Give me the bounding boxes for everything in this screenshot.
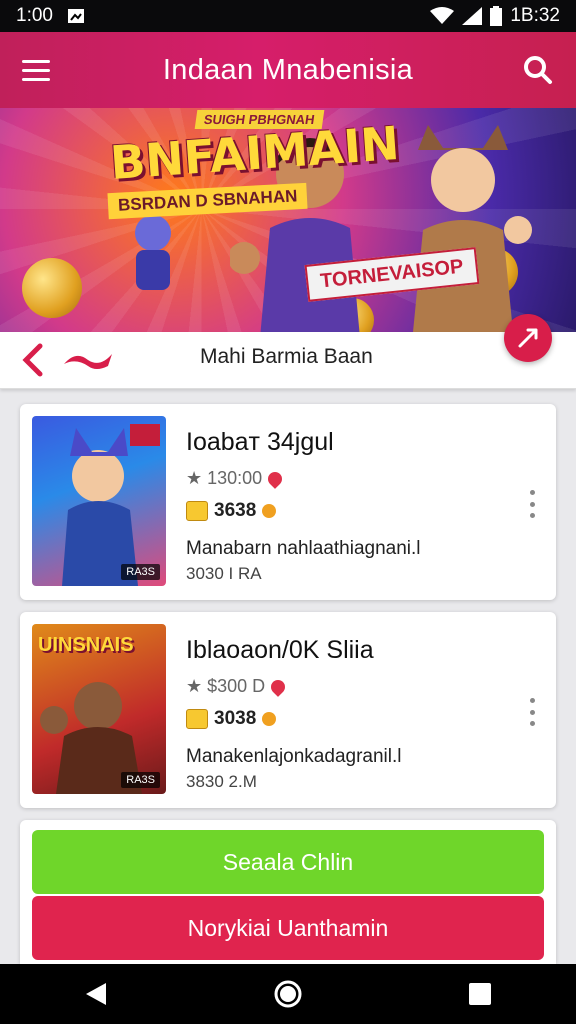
menu-icon[interactable] — [22, 56, 50, 84]
game-price: 3638 — [186, 500, 277, 522]
home-circle-icon — [274, 980, 302, 1008]
thumbnail-tag: RA3S — [121, 564, 160, 580]
game-description: Manakenlajonkadagranil.l — [186, 746, 402, 767]
heart-badge-icon — [268, 676, 289, 697]
signal-icon — [462, 7, 483, 25]
game-title: Iblaoaon/0K Sliia — [186, 636, 374, 664]
game-thumbnail: RA3S — [32, 416, 166, 586]
status-bar: 1:00 1B:32 — [0, 0, 576, 32]
logo-mark-icon — [64, 354, 112, 369]
sub-nav-row: Mahi Barmia Baan — [0, 314, 576, 389]
game-size: 3830 2.M — [186, 772, 257, 791]
thumbnail-title: UINSNAIS — [38, 634, 134, 656]
game-thumbnail: UINSNAIS RA3S — [32, 624, 166, 794]
share-fab[interactable] — [504, 314, 552, 362]
action-panel: Seaala Chlin Norykiai Uanthamin — [20, 820, 556, 964]
back-nav-button[interactable] — [66, 970, 126, 1018]
primary-action-button[interactable]: Seaala Chlin — [32, 830, 544, 894]
mascot-character-image — [135, 215, 171, 290]
app-bar: Indaan Mnabenisia — [0, 32, 576, 108]
price-value: 3038 — [214, 708, 257, 729]
rating-value: ★ 130:00 — [186, 468, 263, 488]
recents-nav-button[interactable] — [450, 970, 510, 1018]
game-price: 3038 — [186, 708, 277, 730]
search-icon[interactable] — [518, 50, 558, 90]
game-size: 3030 I RA — [186, 564, 262, 583]
status-time: 1:00 — [16, 5, 53, 26]
wifi-icon — [430, 7, 455, 24]
thumbnail-tag: RA3S — [121, 772, 160, 788]
secondary-action-button[interactable]: Norykiai Uanthamin — [32, 896, 544, 960]
chevron-left-icon[interactable] — [18, 342, 48, 378]
coin-icon — [186, 709, 208, 729]
heroine-character-image — [413, 125, 532, 332]
status-clock: 1B:32 — [510, 5, 560, 26]
game-card[interactable]: UINSNAIS RA3S Iblaoaon/0K Sliia ★ $300 D… — [20, 612, 556, 808]
system-nav-bar — [0, 964, 576, 1024]
rating-value: ★ $300 D — [186, 676, 266, 696]
gem-icon — [262, 504, 277, 518]
triangle-back-icon — [86, 983, 106, 1005]
square-recents-icon — [469, 983, 491, 1005]
home-nav-button[interactable] — [258, 970, 318, 1018]
game-description: Manabarn nahlaathiagnani.l — [186, 538, 421, 559]
game-rating: ★ $300 D — [186, 676, 289, 697]
game-card[interactable]: RA3S Ioabaт 34jgul ★ 130:00 3638 Manabar… — [20, 404, 556, 600]
sub-nav-label: Mahi Barmia Baan — [200, 345, 373, 368]
share-icon — [518, 328, 538, 348]
promo-banner[interactable]: BNFAIMAIN SUIGH PBHGNAH BSRDAN D SBNAHAN… — [0, 108, 576, 332]
coin-icon — [186, 501, 208, 521]
more-vertical-icon[interactable] — [522, 488, 542, 520]
more-vertical-icon[interactable] — [522, 696, 542, 728]
game-rating: ★ 130:00 — [186, 468, 286, 489]
notification-icon — [67, 9, 84, 23]
battery-icon — [490, 6, 503, 26]
banner-small-text: SUIGH PBHGNAH — [194, 110, 324, 129]
heart-badge-icon — [265, 468, 286, 489]
price-value: 3638 — [214, 500, 257, 521]
gem-icon — [262, 712, 277, 726]
page-title: Indaan Mnabenisia — [162, 53, 414, 86]
game-title: Ioabaт 34jgul — [186, 428, 334, 456]
